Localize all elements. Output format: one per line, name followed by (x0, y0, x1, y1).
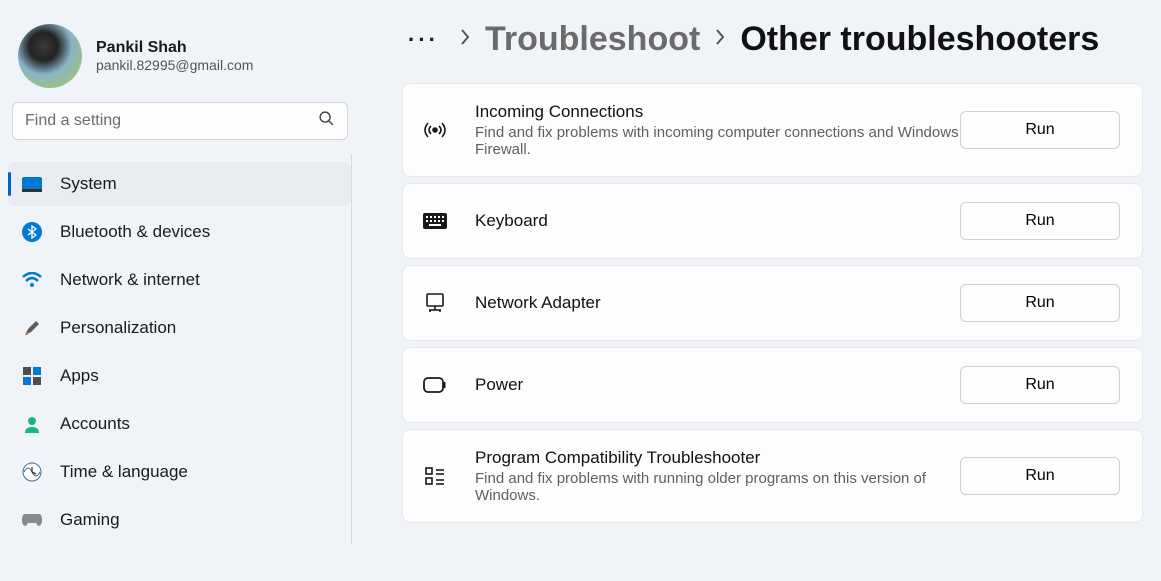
wifi-icon (22, 270, 42, 290)
troubleshooter-card-incoming-connections: Incoming Connections Find and fix proble… (402, 83, 1143, 177)
troubleshooter-card-network-adapter: Network Adapter Run (402, 265, 1143, 341)
troubleshooter-title: Power (475, 375, 960, 395)
sidebar-item-bluetooth[interactable]: Bluetooth & devices (8, 210, 351, 254)
sidebar: Pankil Shah pankil.82995@gmail.com Syste… (0, 0, 360, 581)
gaming-icon (22, 510, 42, 530)
sidebar-item-label: Apps (60, 366, 99, 386)
power-icon (423, 373, 447, 397)
sidebar-item-system[interactable]: System (8, 162, 351, 206)
network-adapter-icon (423, 291, 447, 315)
chevron-right-icon (459, 28, 471, 51)
sidebar-item-accounts[interactable]: Accounts (8, 402, 351, 446)
account-icon (22, 414, 42, 434)
troubleshooter-title: Network Adapter (475, 293, 960, 313)
sidebar-item-label: Gaming (60, 510, 120, 530)
search-box[interactable] (12, 102, 348, 140)
troubleshooter-desc: Find and fix problems with incoming comp… (475, 124, 960, 158)
nav: System Bluetooth & devices Network & int… (8, 154, 352, 544)
sidebar-item-label: Accounts (60, 414, 130, 434)
troubleshooter-card-keyboard: Keyboard Run (402, 183, 1143, 259)
troubleshooter-title: Program Compatibility Troubleshooter (475, 448, 960, 468)
avatar (18, 24, 82, 88)
sidebar-item-network[interactable]: Network & internet (8, 258, 351, 302)
sidebar-item-label: Time & language (60, 462, 188, 482)
page-title: Other troubleshooters (740, 20, 1099, 59)
user-block[interactable]: Pankil Shah pankil.82995@gmail.com (8, 18, 352, 102)
sidebar-item-label: Network & internet (60, 270, 200, 290)
search-icon (318, 110, 335, 132)
sidebar-item-personalization[interactable]: Personalization (8, 306, 351, 350)
bluetooth-icon (22, 222, 42, 242)
keyboard-icon (423, 209, 447, 233)
broadcast-icon (423, 118, 447, 142)
sidebar-item-apps[interactable]: Apps (8, 354, 351, 398)
troubleshooter-card-power: Power Run (402, 347, 1143, 423)
user-name: Pankil Shah (96, 39, 253, 57)
run-button[interactable]: Run (960, 366, 1120, 404)
run-button[interactable]: Run (960, 111, 1120, 149)
troubleshooter-card-program-compatibility: Program Compatibility Troubleshooter Fin… (402, 429, 1143, 523)
breadcrumb-overflow-icon[interactable]: ··· (402, 27, 445, 53)
run-button[interactable]: Run (960, 202, 1120, 240)
troubleshooter-list: Incoming Connections Find and fix proble… (402, 83, 1143, 523)
sidebar-item-label: System (60, 174, 117, 194)
troubleshooter-title: Keyboard (475, 211, 960, 231)
troubleshooter-title: Incoming Connections (475, 102, 960, 122)
sidebar-item-label: Personalization (60, 318, 176, 338)
apps-icon (22, 366, 42, 386)
run-button[interactable]: Run (960, 457, 1120, 495)
brush-icon (22, 318, 42, 338)
user-email: pankil.82995@gmail.com (96, 57, 253, 73)
search-input[interactable] (25, 112, 318, 130)
chevron-right-icon (714, 28, 726, 51)
run-button[interactable]: Run (960, 284, 1120, 322)
system-icon (22, 174, 42, 194)
breadcrumb-link-troubleshoot[interactable]: Troubleshoot (485, 20, 700, 59)
troubleshooter-desc: Find and fix problems with running older… (475, 470, 960, 504)
sidebar-item-time[interactable]: Time & language (8, 450, 351, 494)
sidebar-item-label: Bluetooth & devices (60, 222, 210, 242)
compat-icon (423, 464, 447, 488)
sidebar-item-gaming[interactable]: Gaming (8, 498, 351, 542)
breadcrumb: ··· Troubleshoot Other troubleshooters (402, 20, 1143, 59)
time-icon (22, 462, 42, 482)
main: ··· Troubleshoot Other troubleshooters I… (360, 0, 1161, 581)
